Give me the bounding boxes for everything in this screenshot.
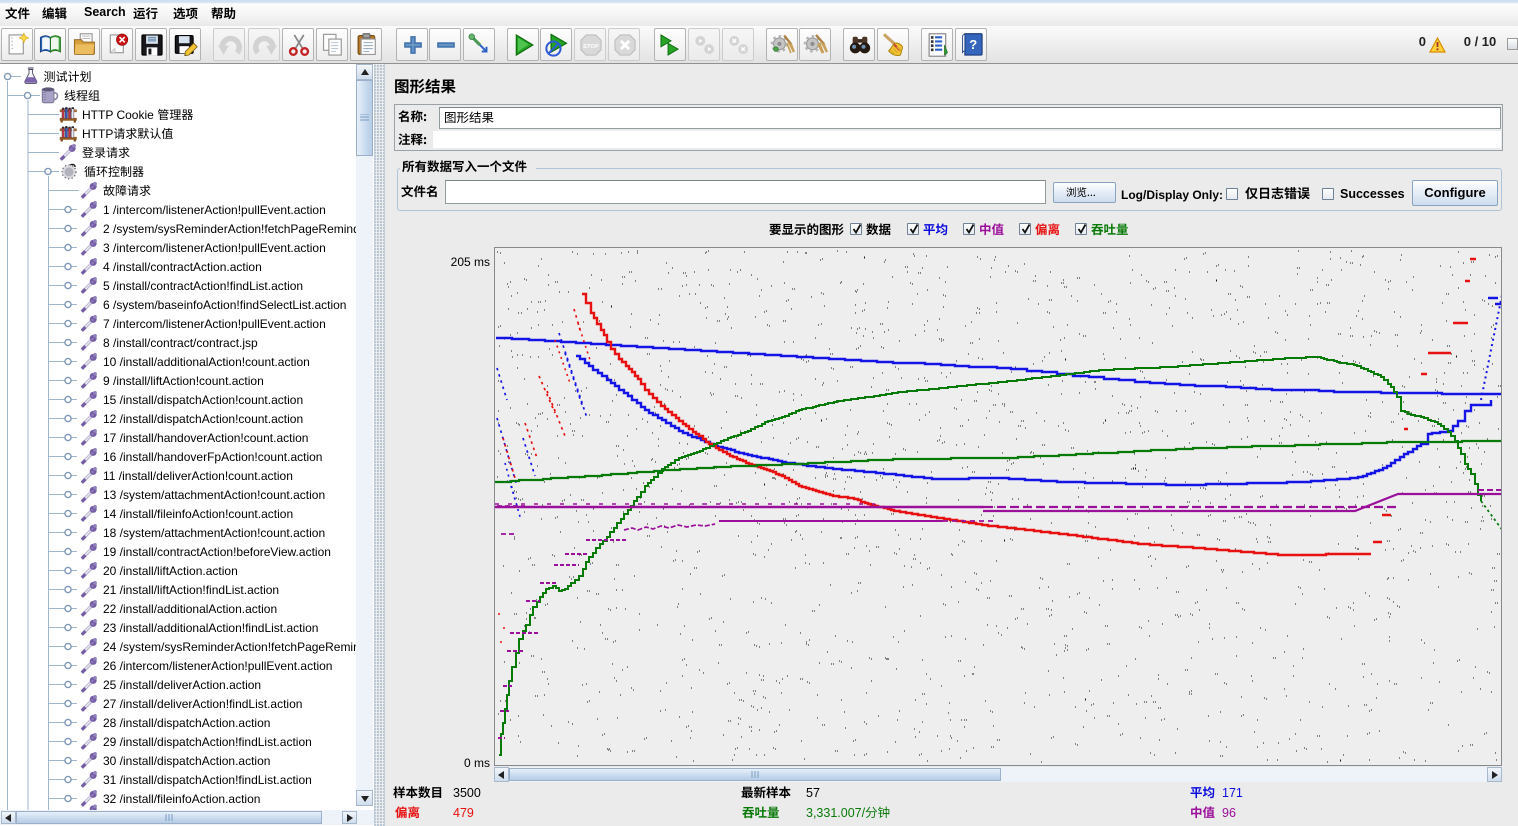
svg-text:25 /install/deliverAction.acti: 25 /install/deliverAction.action: [103, 678, 261, 692]
svg-text:16 /install/handoverFpAction!c: 16 /install/handoverFpAction!count.actio…: [103, 450, 322, 464]
svg-text:27 /install/deliverAction!find: 27 /install/deliverAction!findList.actio…: [103, 697, 302, 711]
svg-text:8 /install/contract/contract.j: 8 /install/contract/contract.jsp: [103, 336, 258, 350]
svg-text:5 /install/contractAction!find: 5 /install/contractAction!findList.actio…: [103, 279, 303, 293]
svg-text:STOP: STOP: [583, 44, 599, 50]
svg-text:22 /install/additionalAction.a: 22 /install/additionalAction.action: [103, 602, 277, 616]
svg-text:9 /install/liftAction!count.ac: 9 /install/liftAction!count.action: [103, 374, 264, 388]
svg-text:32 /install/fileinfoAction.act: 32 /install/fileinfoAction.action: [103, 792, 260, 806]
svg-text:?: ?: [969, 37, 977, 52]
svg-text:24 /system/sysReminderAction!f: 24 /system/sysReminderAction!fetchPageRe…: [103, 640, 356, 654]
svg-text:31 /install/dispatchAction!fin: 31 /install/dispatchAction!findList.acti…: [103, 773, 312, 787]
svg-text:23 /install/additionalAction!f: 23 /install/additionalAction!findList.ac…: [103, 621, 318, 635]
svg-text:18 /system/attachmentAction!co: 18 /system/attachmentAction!count.action: [103, 526, 325, 540]
svg-text:11 /install/deliverAction!coun: 11 /install/deliverAction!count.action: [103, 469, 293, 483]
svg-text:3 /intercom/listenerAction!pul: 3 /intercom/listenerAction!pullEvent.act…: [103, 241, 326, 255]
svg-text:17 /install/handoverAction!cou: 17 /install/handoverAction!count.action: [103, 431, 308, 445]
svg-text:20 /install/liftAction.action: 20 /install/liftAction.action: [103, 564, 238, 578]
svg-text:28 /install/dispatchAction.act: 28 /install/dispatchAction.action: [103, 716, 270, 730]
svg-text:26 /intercom/listenerAction!pu: 26 /intercom/listenerAction!pullEvent.ac…: [103, 659, 332, 673]
svg-text:4 /install/contractAction.acti: 4 /install/contractAction.action: [103, 260, 262, 274]
svg-text:HTTP Cookie: HTTP Cookie: [82, 108, 154, 122]
svg-text:7 /intercom/listenerAction!pul: 7 /intercom/listenerAction!pullEvent.act…: [103, 317, 326, 331]
svg-text:1 /intercom/listenerAction!pul: 1 /intercom/listenerAction!pullEvent.act…: [103, 203, 326, 217]
svg-text:15 /install/dispatchAction!cou: 15 /install/dispatchAction!count.action: [103, 393, 303, 407]
svg-text:HTTP: HTTP: [82, 127, 113, 141]
svg-text:13 /system/attachmentAction!co: 13 /system/attachmentAction!count.action: [103, 488, 325, 502]
svg-text:29 /install/dispatchAction!fin: 29 /install/dispatchAction!findList.acti…: [103, 735, 312, 749]
svg-text:19 /install/contractAction!bef: 19 /install/contractAction!beforeView.ac…: [103, 545, 331, 559]
svg-text:30 /install/dispatchAction.act: 30 /install/dispatchAction.action: [103, 754, 270, 768]
svg-text:10 /install/additionalAction!c: 10 /install/additionalAction!count.actio…: [103, 355, 310, 369]
svg-text:12 /install/dispatchAction!cou: 12 /install/dispatchAction!count.action: [103, 412, 303, 426]
svg-text:2 /system/sysReminderAction!fe: 2 /system/sysReminderAction!fetchPageRem…: [103, 222, 356, 236]
svg-text:14 /install/fileinfoAction!cou: 14 /install/fileinfoAction!count.action: [103, 507, 293, 521]
svg-text:21 /install/liftAction!findLis: 21 /install/liftAction!findList.action: [103, 583, 279, 597]
svg-text:6 /system/baseinfoAction!findS: 6 /system/baseinfoAction!findSelectList.…: [103, 298, 346, 312]
